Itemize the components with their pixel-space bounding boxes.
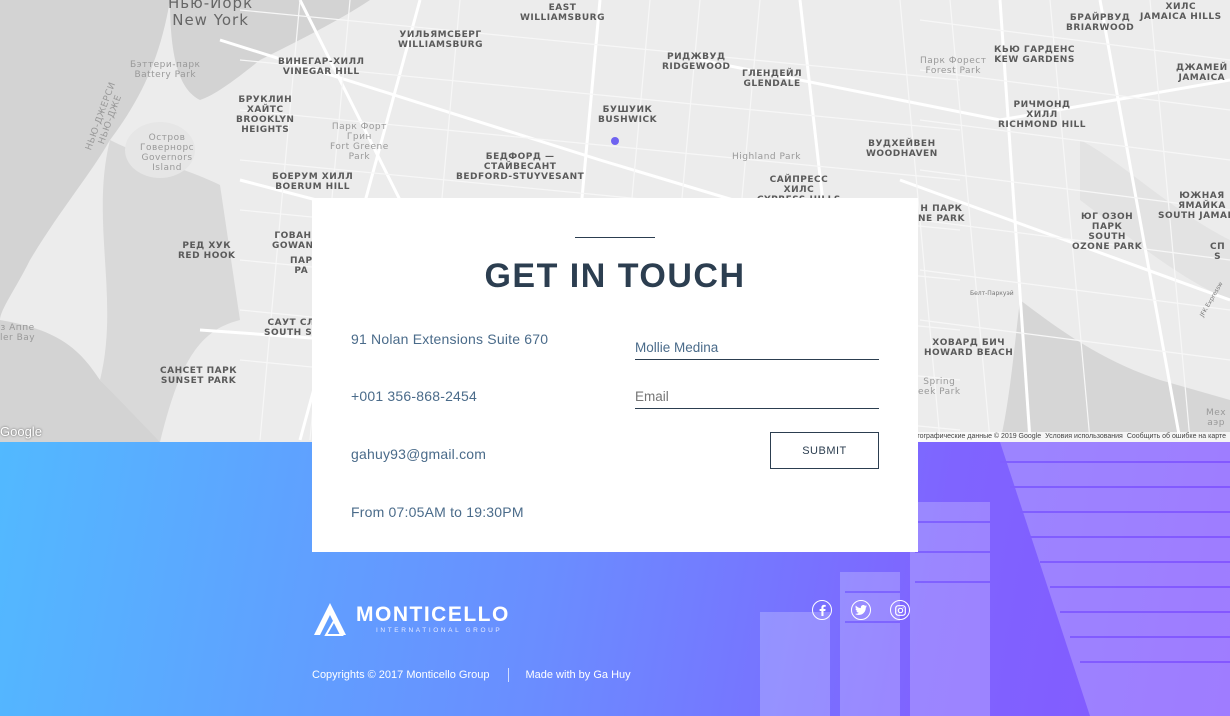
copyright-row: Copyrights © 2017 Monticello Group Made …: [312, 668, 631, 682]
location-pin-icon[interactable]: [611, 137, 619, 145]
contact-email[interactable]: gahuy93@gmail.com: [351, 446, 486, 462]
map-label-ozone-park: Н ПАРК NE PARK: [918, 204, 965, 224]
map-label-new-york: Нью-Йорк New York: [168, 0, 254, 29]
twitter-icon[interactable]: [851, 600, 871, 620]
map-label-highland-park: Highland Park: [732, 152, 801, 162]
map-label-south-jamaica: ЮЖНАЯЯМАЙКАSOUTH JAMAICA: [1158, 191, 1230, 221]
map-label-mex: Мех аэр: [1206, 408, 1227, 428]
contact-hours: From 07:05AM to 19:30PM: [351, 504, 524, 520]
logo-subtitle: INTERNATIONAL GROUP: [376, 626, 503, 634]
map-label-vinegar-hill: ВИНЕГАР-ХИЛЛ VINEGAR HILL: [278, 57, 365, 77]
made-with-text[interactable]: Made with by Ga Huy: [525, 669, 630, 681]
map-attribution-bar: Картографические данные © 2019 Google Ус…: [900, 432, 1230, 442]
map-label-boerum-hill: БОЕРУМ ХИЛЛ BOERUM HILL: [272, 172, 354, 192]
map-label-spring-creek: Spring eek Park: [918, 377, 961, 397]
name-input[interactable]: [635, 340, 879, 355]
copyright-separator: [508, 668, 510, 682]
map-label-sp: СП S: [1210, 242, 1226, 262]
map-report-error-link[interactable]: Сообщить об ошибке на карте: [1127, 432, 1226, 442]
map-label-jamaica: ДЖАМЕЙ JAMAICA: [1176, 63, 1228, 83]
map-label-jamaica-hills: ХИЛС JAMAICA HILLS: [1140, 2, 1222, 22]
map-label-sunset-park: САНСЕТ ПАРК SUNSET PARK: [160, 366, 238, 386]
map-label-appe: з Аппе ler Bay: [0, 323, 36, 343]
monticello-logo[interactable]: MONTICELLO INTERNATIONAL GROUP: [312, 601, 510, 637]
map-label-forest-park: Парк Форест Forest Park: [920, 56, 987, 76]
map-label-governors-island: Остров Говернорс Governors Island: [140, 133, 195, 173]
map-label-briarwood: БРАЙРВУД BRIARWOOD: [1066, 13, 1135, 33]
facebook-icon[interactable]: [812, 600, 832, 620]
map-label-glendale: ГЛЕНДЕЙЛ GLENDALE: [742, 69, 803, 89]
map-label-kew-gardens: КЬЮ ГАРДЕНС KEW GARDENS: [994, 45, 1076, 65]
social-links: [812, 600, 910, 620]
map-label-battery-park: Бэттери-парк Battery Park: [130, 60, 201, 80]
map-label-brooklyn-heights: БРУКЛИН ХАЙТС BROOKLYN HEIGHTS: [236, 95, 295, 135]
contact-card: GET IN TOUCH 91 Nolan Extensions Suite 6…: [312, 198, 918, 552]
instagram-icon[interactable]: [890, 600, 910, 620]
map-label-woodhaven: ВУДХЕЙВЕН WOODHAVEN: [866, 139, 938, 159]
title-rule: [575, 237, 655, 238]
map-label-richmond-hill: РИЧМОНД ХИЛЛ RICHMOND HILL: [998, 100, 1087, 130]
map-data-attribution: Картографические данные © 2019 Google: [904, 433, 1042, 440]
google-logo[interactable]: Google: [0, 424, 42, 439]
page-title: GET IN TOUCH: [484, 257, 746, 295]
map-label-south-slope: САУТ СЛ SOUTH SL: [264, 318, 319, 338]
map-label-ridgewood: РИДЖВУД RIDGEWOOD: [662, 52, 731, 72]
copyright-text: Copyrights © 2017 Monticello Group: [312, 669, 490, 681]
map-label-williamsburg: УИЛЬЯМСБЕРГ WILLIAMSBURG: [398, 30, 483, 50]
logo-name: MONTICELLO: [356, 602, 510, 626]
map-label-south-ozone-park: ЮГ ОЗОН ПАРК SOUTH OZONE PARK: [1072, 212, 1143, 252]
map-label-bushwick: БУШУИК BUSHWICK: [598, 105, 658, 125]
map-label-howard-beach: ХОВАРД БИЧ HOWARD BEACH: [924, 338, 1014, 358]
map-label-east-williamsburg: EAST WILLIAMSBURG: [520, 3, 605, 23]
map-label-red-hook: РЕД ХУК RED HOOK: [178, 241, 236, 261]
email-field[interactable]: [635, 389, 879, 409]
email-input[interactable]: [635, 389, 879, 404]
map-label-fort-greene: Парк Форт Грин Fort Greene Park: [330, 122, 389, 162]
logo-mark-icon: [314, 603, 346, 636]
map-label-belt-parkway: Белт-Паркуэй: [970, 290, 1014, 297]
contact-phone[interactable]: +001 356-868-2454: [351, 388, 477, 404]
submit-button[interactable]: SUBMIT: [770, 432, 879, 469]
map-label-bedford-stuyvesant: БЕДФОРД — СТАЙВЕСАНТ BEDFORD-STUYVESANT: [456, 152, 585, 182]
contact-address: 91 Nolan Extensions Suite 670: [351, 331, 549, 347]
map-terms-link[interactable]: Условия использования: [1045, 432, 1123, 442]
name-field[interactable]: [635, 340, 879, 360]
map-label-park: ПАР PA: [290, 256, 313, 276]
